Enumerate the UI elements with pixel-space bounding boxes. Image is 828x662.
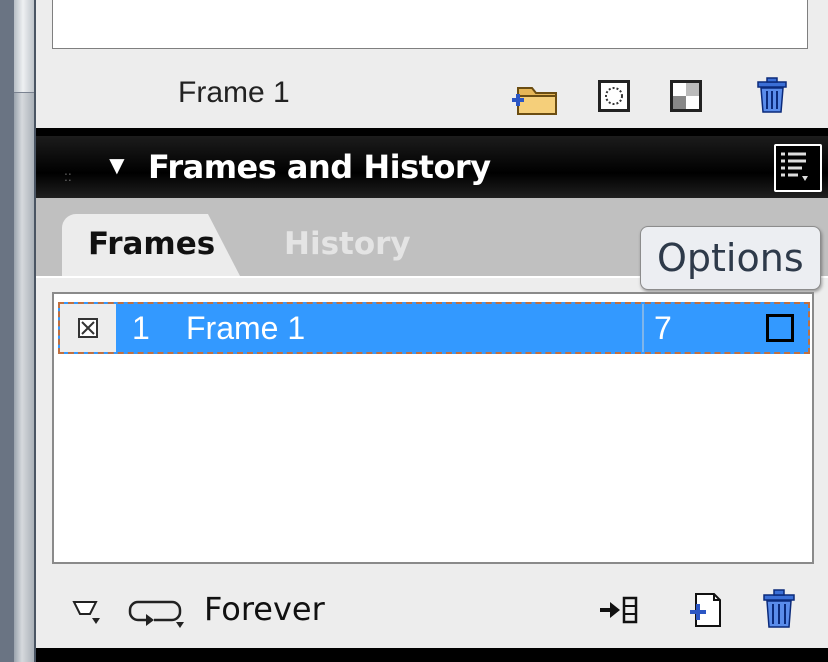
panel-header[interactable]: :: ▼ Frames and History <box>36 136 828 198</box>
options-tooltip: Options <box>640 226 821 290</box>
vertical-scrollbar-track[interactable] <box>14 0 34 662</box>
panel-options-icon[interactable] <box>774 144 822 192</box>
frame-number: 1 <box>132 310 150 346</box>
panel-title: Frames and History <box>148 148 491 186</box>
duplicate-frame-icon[interactable] <box>686 590 726 630</box>
frame-row[interactable]: 1 Frame 1 7 <box>58 302 810 354</box>
frames-panel: Frame 1 :: ▼ Frames and History Frames H… <box>36 0 828 662</box>
loop-icon[interactable] <box>128 594 190 630</box>
loop-setting[interactable]: Forever <box>204 590 325 628</box>
collapse-triangle-icon[interactable]: ▼ <box>104 150 130 181</box>
trash-icon[interactable] <box>752 76 792 116</box>
current-frame-label: Frame 1 <box>178 76 290 109</box>
tab-history[interactable]: History <box>284 226 411 262</box>
frame-visibility-checkbox[interactable] <box>60 304 116 352</box>
frame-delay[interactable]: 7 <box>654 310 672 347</box>
frame-export-toggle-icon[interactable] <box>766 314 794 342</box>
column-separator <box>642 304 644 352</box>
top-list-area <box>52 0 808 49</box>
onion-skin-icon[interactable] <box>596 78 632 114</box>
toolbar-divider <box>36 128 828 136</box>
frames-list[interactable]: 1 Frame 1 7 <box>52 292 814 564</box>
distribute-to-frames-icon[interactable] <box>598 592 640 628</box>
panel-grip-icon[interactable]: :: <box>64 168 72 184</box>
vertical-scrollbar-thumb[interactable] <box>14 0 34 93</box>
tween-icon[interactable] <box>70 596 104 628</box>
left-window-edge <box>0 0 34 662</box>
tab-frames-label: Frames <box>88 226 216 262</box>
frame-name[interactable]: Frame 1 <box>186 310 305 347</box>
delete-frame-icon[interactable] <box>758 588 800 630</box>
bottom-edge <box>36 648 828 662</box>
folder-add-icon[interactable] <box>510 78 562 118</box>
transparency-icon[interactable] <box>668 78 704 114</box>
